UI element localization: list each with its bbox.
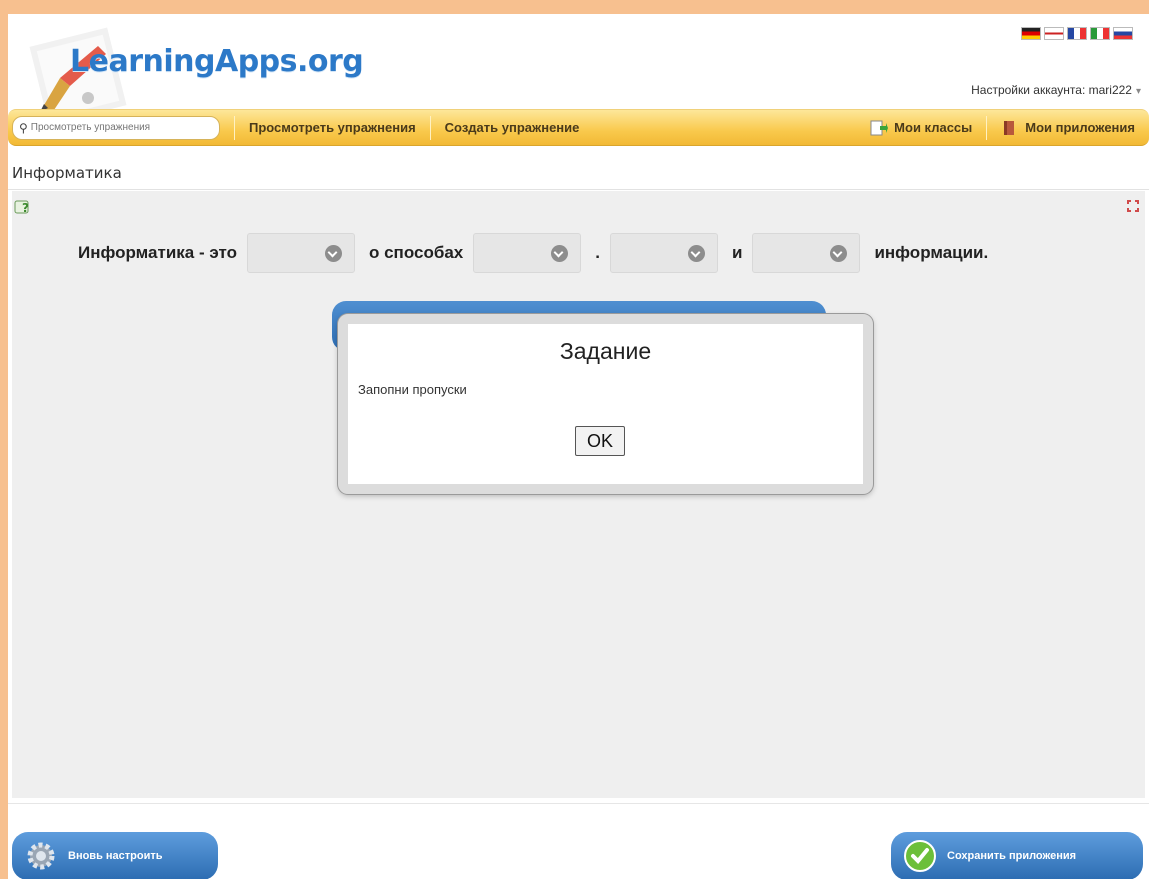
chevron-down-icon: ▾ bbox=[1135, 86, 1141, 97]
sentence-text: информации. bbox=[874, 243, 989, 262]
gap-dropdown-2[interactable] bbox=[473, 233, 582, 273]
flag-fr-icon[interactable] bbox=[1067, 27, 1087, 40]
site-logo[interactable]: LearningApps.org bbox=[70, 44, 364, 79]
search-input[interactable] bbox=[30, 122, 201, 133]
reconfigure-label: Вновь настроить bbox=[68, 850, 163, 862]
nav-create-exercise[interactable]: Создать упражнение bbox=[431, 120, 594, 135]
nav-item-label: Создать упражнение bbox=[444, 120, 580, 135]
chevron-down-icon bbox=[551, 245, 569, 262]
nav-item-label: Мои классы bbox=[894, 120, 973, 135]
class-icon bbox=[870, 120, 889, 135]
book-icon bbox=[1004, 120, 1015, 135]
ok-button[interactable]: OK bbox=[575, 426, 625, 456]
sentence-text: и bbox=[731, 243, 743, 262]
divider bbox=[8, 803, 1149, 804]
chevron-down-icon bbox=[687, 245, 705, 262]
account-menu[interactable]: Настройки аккаунта: mari222 ▾ bbox=[971, 83, 1141, 97]
flag-ru-icon[interactable] bbox=[1113, 27, 1133, 40]
sentence-text: о способах bbox=[369, 243, 464, 262]
svg-text:?: ? bbox=[22, 201, 29, 215]
task-dialog: Задание Запопни пропуски OK bbox=[338, 314, 873, 494]
nav-browse-exercises[interactable]: Просмотреть упражнения bbox=[235, 120, 430, 135]
page-title: Информатика bbox=[12, 164, 122, 182]
main-nav: ⚲ Просмотреть упражнения Создать упражне… bbox=[8, 109, 1149, 146]
help-icon[interactable]: ? bbox=[14, 199, 32, 215]
flag-it-icon[interactable] bbox=[1090, 27, 1110, 40]
nav-my-classes[interactable]: Мои классы bbox=[856, 120, 986, 136]
gap-dropdown-1[interactable] bbox=[247, 233, 355, 273]
nav-item-label: Просмотреть упражнения bbox=[249, 120, 416, 135]
nav-item-label: Мои приложения bbox=[1025, 120, 1135, 135]
sentence-text: . bbox=[595, 243, 600, 262]
reconfigure-button[interactable]: Вновь настроить bbox=[12, 832, 218, 879]
dialog-title: Задание bbox=[559, 338, 652, 364]
sentence-text: Информатика - это bbox=[78, 243, 237, 262]
cloze-sentence: Информатика - это о способах . и информа… bbox=[78, 233, 998, 273]
dialog-text: Запопни пропуски bbox=[358, 382, 467, 397]
exercise-area: ? Информатика - это о способах . и инфор… bbox=[12, 191, 1145, 798]
flag-de-icon[interactable] bbox=[1021, 27, 1041, 40]
language-switcher bbox=[1021, 27, 1133, 40]
save-label: Сохранить приложения bbox=[947, 850, 1077, 862]
search-icon: ⚲ bbox=[19, 120, 28, 135]
app-window: LearningApps.org Настройки аккаунта: mar… bbox=[8, 14, 1149, 879]
gap-dropdown-4[interactable] bbox=[752, 233, 861, 273]
save-app-button[interactable]: Сохранить приложения bbox=[891, 832, 1143, 879]
checkmark-icon bbox=[904, 840, 936, 872]
chevron-down-icon bbox=[325, 245, 342, 262]
gear-icon bbox=[27, 842, 55, 870]
account-label: Настройки аккаунта: mari222 bbox=[971, 83, 1132, 97]
fullscreen-icon[interactable] bbox=[1127, 200, 1139, 212]
chevron-down-icon bbox=[830, 245, 848, 262]
search-box[interactable]: ⚲ bbox=[12, 115, 220, 140]
nav-my-apps[interactable]: Мои приложения bbox=[987, 120, 1149, 136]
flag-en-icon[interactable] bbox=[1044, 27, 1064, 40]
divider bbox=[8, 189, 1149, 190]
gap-dropdown-3[interactable] bbox=[609, 233, 718, 273]
